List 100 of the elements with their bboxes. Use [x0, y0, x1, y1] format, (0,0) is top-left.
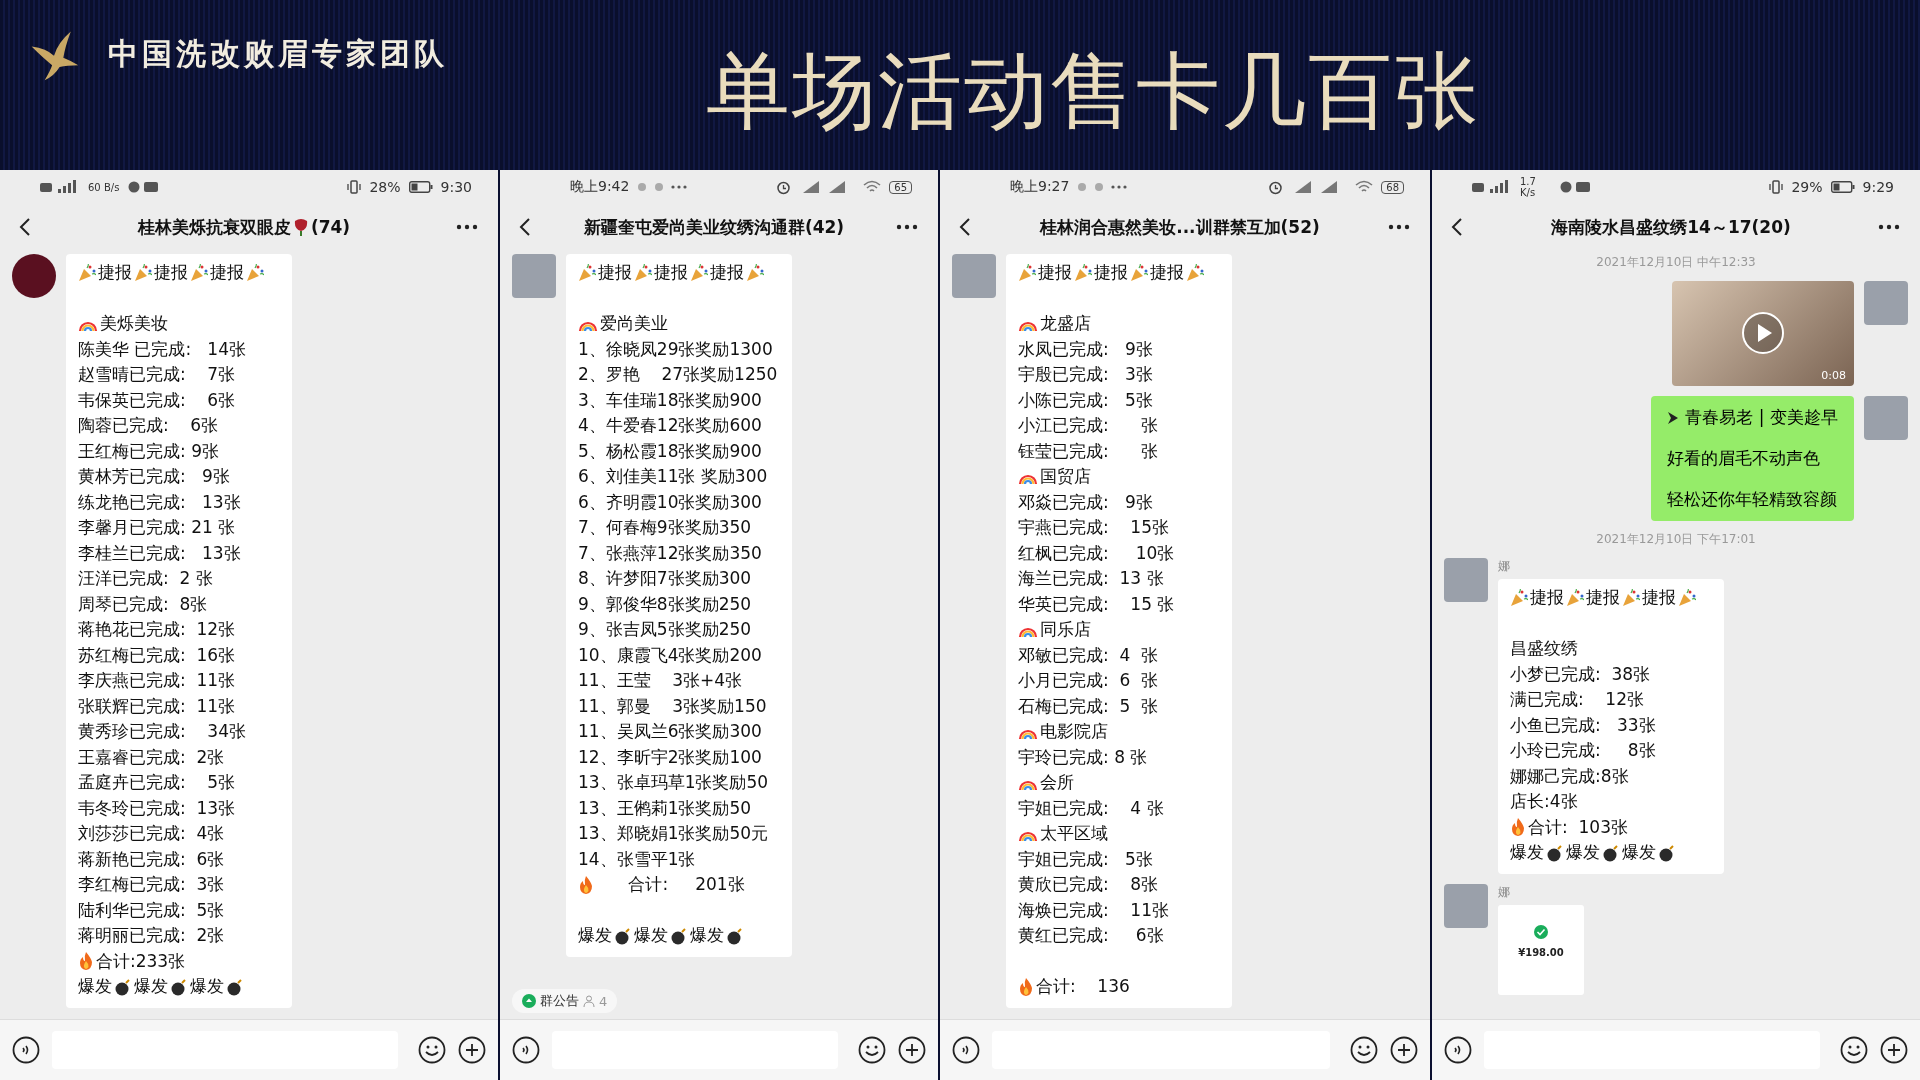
store-name: 龙盛店	[1040, 312, 1091, 335]
party-popper-icon	[1186, 263, 1204, 282]
sender-name: 娜	[1498, 883, 1511, 901]
bomb-icon	[226, 977, 244, 996]
message-word: 捷报	[1642, 586, 1676, 609]
party-popper-icon	[134, 263, 152, 282]
message-word: 爆发	[634, 924, 668, 947]
party-popper-icon	[78, 263, 96, 282]
message-word: 捷报	[98, 261, 132, 284]
back-icon[interactable]	[18, 217, 32, 237]
message-line: 韦冬玲已完成: 13张	[78, 796, 237, 820]
bomb-icon	[1602, 843, 1620, 862]
battery-icon	[408, 181, 433, 193]
chat-title: 桂林美烁抗衰双眼皮	[137, 215, 291, 239]
slide-title: 单场活动售卡几百张	[705, 41, 1480, 142]
store-name: 美烁美妆	[100, 312, 168, 335]
back-icon[interactable]	[1450, 217, 1464, 237]
emoji-icon[interactable]	[1840, 1036, 1868, 1064]
battery-icon	[1830, 181, 1855, 193]
plus-icon[interactable]	[898, 1036, 926, 1064]
message-line: 1、徐晓凤29张奖励1300	[578, 337, 774, 361]
message-word: 爆发	[1622, 841, 1656, 864]
emoji-icon[interactable]	[418, 1036, 446, 1064]
wifi-icon	[863, 180, 882, 194]
more-icon[interactable]	[896, 224, 918, 230]
store-name: 会所	[1040, 771, 1074, 794]
message-line: 小江已完成: 张	[1018, 414, 1160, 437]
emoji-icon[interactable]	[858, 1036, 886, 1064]
sender-name: 娜	[1498, 558, 1511, 575]
message-line: 海焕已完成: 11张	[1018, 898, 1170, 922]
message-line: 蒋明丽已完成: 2张	[78, 924, 226, 947]
check-circle-icon	[1534, 924, 1548, 939]
flame-icon	[578, 875, 594, 894]
message-line: 蒋新艳已完成: 6张	[78, 847, 226, 871]
chat-title: 桂林润合惠然美妆...训群禁互加(52)	[1040, 215, 1320, 239]
voice-icon[interactable]	[1444, 1036, 1472, 1064]
plus-icon[interactable]	[458, 1036, 486, 1064]
message-timestamp: 2021年12月10日 中午12:33	[1596, 254, 1756, 271]
arrow-bullet-icon	[1667, 410, 1680, 425]
status-time: 9:29	[1862, 179, 1894, 195]
message-line: 宇姐已完成: 5张	[1018, 847, 1154, 871]
wifi-icon	[1355, 180, 1374, 194]
message-line: 小梦已完成: 38张	[1510, 662, 1652, 686]
back-icon[interactable]	[958, 217, 972, 237]
total-line: 合计: 201张	[627, 873, 745, 896]
message-line: 13、郑晓娟1张奖励50元	[578, 822, 770, 845]
total-line: 合计:233张	[96, 949, 186, 973]
voice-icon[interactable]	[12, 1036, 40, 1064]
message-line: 13、王鸺莉1张奖励50	[578, 796, 753, 820]
back-icon[interactable]	[518, 217, 532, 237]
plus-icon[interactable]	[1880, 1036, 1908, 1064]
video-thumbnail[interactable]: 0:08	[1672, 281, 1854, 386]
message-line: 宇燕已完成: 15张	[1018, 516, 1170, 539]
message-line: 水凤已完成: 9张	[1018, 337, 1154, 361]
message-word: 捷报	[1094, 261, 1128, 284]
more-icon[interactable]	[1388, 224, 1410, 230]
message-timestamp: 2021年12月10日 下午17:01	[1596, 531, 1756, 548]
party-popper-icon	[246, 263, 264, 282]
message-line: 邓焱已完成: 9张	[1018, 490, 1154, 514]
alarm-icon	[776, 179, 792, 195]
chat-title: 海南陵水昌盛纹绣14～17(20)	[1551, 215, 1791, 239]
message-line: 刘莎莎已完成: 4张	[78, 822, 226, 845]
message-line: 11、郭曼 3张奖励150	[578, 694, 768, 718]
message-line: 李庆燕已完成: 11张	[78, 669, 237, 692]
message-line: 满已完成: 12张	[1510, 688, 1645, 711]
flame-icon	[1510, 818, 1526, 837]
battery-indicator: 68	[1381, 180, 1404, 194]
avatar	[952, 254, 996, 298]
chat-title: 新疆奎屯爱尚美业纹绣沟通群(42)	[583, 215, 845, 239]
message-line: 娜娜己完成:8张	[1510, 764, 1630, 788]
message-line: 石梅已完成: 5 张	[1018, 694, 1160, 718]
party-popper-icon	[1622, 588, 1640, 607]
more-icon[interactable]	[1878, 224, 1900, 230]
more-icon[interactable]	[456, 224, 478, 230]
party-popper-icon	[1566, 588, 1584, 607]
message-line: 2、罗艳 27张奖励1250	[578, 363, 778, 386]
group-notice-chip[interactable]: 群公告 4	[512, 989, 618, 1013]
store-name: 爱尚美业	[600, 312, 668, 335]
status-time: 晚上9:27	[1010, 178, 1070, 196]
voice-icon[interactable]	[512, 1036, 540, 1064]
message-line: 黄秀珍已完成: 34张	[78, 720, 247, 743]
message-word: 爆发	[134, 975, 168, 998]
team-name: 中国洗改败眉专家团队	[108, 34, 448, 73]
payment-screenshot[interactable]: ¥198.00	[1498, 904, 1584, 995]
person-icon	[583, 995, 595, 1007]
message-word: 捷报	[1150, 261, 1184, 284]
message-line: 8、许梦阳7张奖励300	[578, 567, 753, 590]
message-line: 小鱼已完成: 33张	[1510, 713, 1657, 737]
store-name: 电影院店	[1040, 720, 1108, 743]
message-word: 捷报	[1038, 261, 1072, 284]
message-word: 捷报	[598, 261, 632, 284]
message-line: 黄红已完成: 6张	[1018, 924, 1165, 947]
message-line: 汪洋已完成: 2 张	[78, 567, 214, 590]
message-line: 韦保英已完成: 6张	[78, 388, 237, 412]
message-line: 6、齐明霞10张奖励300	[578, 490, 763, 514]
avatar	[512, 254, 556, 298]
emoji-icon[interactable]	[1350, 1036, 1378, 1064]
plus-icon[interactable]	[1390, 1036, 1418, 1064]
voice-icon[interactable]	[952, 1036, 980, 1064]
battery-indicator: 65	[889, 180, 912, 194]
